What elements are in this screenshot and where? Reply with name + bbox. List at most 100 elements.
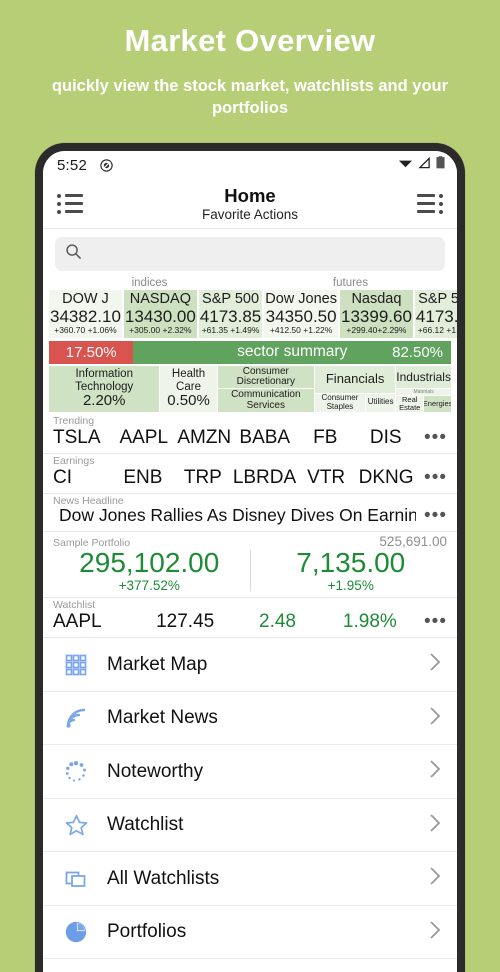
quote-tile[interactable]: DOW J 34382.10 +360.70 +1.06%: [49, 290, 122, 338]
nav-item-label: Portfolios: [107, 921, 187, 943]
quote-tile[interactable]: Nasdaq 13399.60 +299.40+2.29%: [340, 290, 413, 338]
quote-change: +412.50 +1.22%: [269, 325, 333, 336]
treemap-cell-industrials[interactable]: Industrials: [396, 365, 451, 389]
treemap-percent: 0.50%: [167, 391, 210, 409]
quote-value: 13430.00: [124, 307, 196, 327]
search-bar[interactable]: [55, 237, 445, 271]
cell-signal-icon: [418, 156, 431, 174]
earnings-symbol[interactable]: TRP: [173, 467, 233, 489]
quote-value: 34350.50: [265, 307, 337, 327]
treemap-cell-materials[interactable]: Materials: [396, 389, 451, 396]
earnings-symbol[interactable]: VTR: [296, 467, 356, 489]
sector-treemap[interactable]: Information Technology 2.20% Health Care…: [49, 365, 451, 412]
nav-item-watchlist[interactable]: Watchlist: [43, 799, 457, 853]
watchlist-symbol: AAPL: [53, 611, 102, 633]
treemap-cell-utilities[interactable]: Utilities: [365, 393, 396, 412]
treemap-cell-communication-services[interactable]: Communication Services: [217, 389, 314, 412]
status-bar: 5:52: [43, 151, 457, 179]
news-overflow-icon[interactable]: •••: [416, 505, 447, 527]
futures-group: Dow Jones 34350.50 +412.50 +1.22% Nasdaq…: [264, 290, 457, 338]
portfolio-strip[interactable]: Sample Portfolio 525,691.00 295,102.00 +…: [43, 532, 457, 599]
sector-negative-percent: 17.50%: [49, 340, 134, 364]
treemap-name: Financials: [325, 371, 385, 387]
sector-summary-bar[interactable]: 17.50% sector summary 82.50%: [49, 340, 451, 364]
news-row: Dow Jones Rallies As Disney Dives On Ear…: [53, 505, 447, 527]
chevron-right-icon: [427, 811, 443, 840]
quote-tile[interactable]: S&P 500 4173.85 +61.35 +1.49%: [198, 290, 263, 338]
nav-item-market-news[interactable]: Market News: [43, 692, 457, 746]
quote-change: +299.40+2.29%: [346, 325, 407, 336]
nav-item-label: Market Map: [107, 653, 208, 675]
search-section: [43, 229, 457, 277]
quote-tile[interactable]: NASDAQ 13430.00 +305.00 +2.32%: [123, 290, 197, 338]
quote-name: S&P 500: [202, 291, 260, 307]
watchlist-strip[interactable]: Watchlist AAPL 127.45 2.48 1.98% •••: [43, 598, 457, 639]
trending-symbol[interactable]: FB: [295, 427, 356, 449]
search-icon: [65, 243, 82, 265]
earnings-overflow-icon[interactable]: •••: [416, 467, 447, 489]
quote-name: DOW J: [62, 291, 109, 307]
quote-value: 4173.12: [415, 307, 457, 327]
nav-item-label: Market News: [107, 707, 218, 729]
portfolio-left-percent: +377.52%: [118, 577, 180, 593]
trending-symbol[interactable]: AMZN: [174, 427, 235, 449]
battery-icon: [436, 156, 445, 174]
status-time: 5:52: [57, 156, 87, 174]
trending-symbol[interactable]: TSLA: [53, 427, 114, 449]
nav-item-noteworthy[interactable]: Noteworthy: [43, 745, 457, 799]
quote-tile[interactable]: S&P 500 4173.12 +66.12 +1.61%: [414, 290, 457, 338]
treemap-cell-financials[interactable]: Financials: [314, 365, 396, 393]
treemap-name: Consumer Discretionary: [236, 365, 295, 388]
watchlist-overflow-icon[interactable]: •••: [416, 611, 447, 633]
treemap-cell-information-technology[interactable]: Information Technology 2.20%: [49, 365, 160, 412]
nav-item-market-map[interactable]: Market Map: [43, 638, 457, 692]
list-menu-icon[interactable]: [57, 193, 83, 214]
treemap-name: Information Technology: [75, 368, 134, 393]
watchlist-percent: 1.98%: [342, 611, 397, 633]
portfolio-right-percent: +1.95%: [327, 577, 374, 593]
quote-change: +305.00 +2.32%: [129, 325, 192, 336]
grid-icon: [59, 653, 93, 677]
earnings-symbol[interactable]: DKNG: [356, 467, 416, 489]
treemap-name: Industrials: [396, 369, 451, 384]
quotes-section: indices futures DOW J 34382.10 +360.70 +…: [43, 277, 457, 338]
trending-strip[interactable]: Trending TSLA AAPL AMZN BABA FB DIS •••: [43, 414, 457, 454]
nav-item-portfolios[interactable]: Portfolios: [43, 906, 457, 960]
treemap-name: Consumer Staples: [321, 393, 359, 411]
quote-value: 34382.10: [50, 307, 121, 327]
quote-tile[interactable]: Dow Jones 34350.50 +412.50 +1.22%: [264, 290, 338, 338]
treemap-name: Communication Services: [231, 389, 301, 411]
promo-title: Market Overview: [124, 23, 376, 58]
treemap-cell-real-estate[interactable]: Real Estate: [396, 396, 424, 412]
treemap-cell-consumer-discretionary[interactable]: Consumer Discretionary: [217, 365, 314, 389]
treemap-name: Materials: [413, 389, 434, 395]
earnings-symbol[interactable]: ENB: [113, 467, 173, 489]
rss-icon: [59, 706, 93, 730]
pie-chart-icon: [59, 920, 93, 944]
news-headline[interactable]: Dow Jones Rallies As Disney Dives On Ear…: [53, 505, 416, 526]
nav-item-label: Watchlist: [107, 814, 184, 836]
quote-change: +61.35 +1.49%: [201, 325, 260, 336]
earnings-label: Earnings: [53, 454, 95, 467]
portfolio-left-column: 295,102.00 +377.52%: [53, 547, 246, 594]
search-input[interactable]: [90, 246, 435, 262]
treemap-cell-health-care[interactable]: Health Care 0.50%: [160, 365, 217, 412]
nav-item-all-watchlists[interactable]: All Watchlists: [43, 852, 457, 906]
trending-overflow-icon[interactable]: •••: [416, 427, 447, 449]
earnings-symbol[interactable]: CI: [53, 467, 113, 489]
trending-symbol[interactable]: AAPL: [114, 427, 175, 449]
portfolio-divider: [249, 549, 251, 592]
nav-item-label: Noteworthy: [107, 760, 204, 782]
treemap-cell-energies[interactable]: Energies: [424, 396, 451, 412]
treemap-cell-consumer-staples[interactable]: Consumer Staples: [314, 393, 365, 412]
star-icon: [59, 813, 93, 838]
treemap-column-consumer: Consumer Discretionary Communication Ser…: [217, 365, 314, 412]
trending-symbol[interactable]: BABA: [235, 427, 296, 449]
trending-symbol[interactable]: DIS: [356, 427, 417, 449]
news-strip[interactable]: News Headline Dow Jones Rallies As Disne…: [43, 494, 457, 532]
earnings-strip[interactable]: Earnings CI ENB TRP LBRDA VTR DKNG •••: [43, 454, 457, 494]
portfolio-values: 295,102.00 +377.52% 7,135.00 +1.95%: [53, 547, 447, 594]
trending-symbols: TSLA AAPL AMZN BABA FB DIS •••: [53, 427, 447, 449]
earnings-symbol[interactable]: LBRDA: [233, 467, 296, 489]
options-menu-icon[interactable]: [417, 193, 443, 214]
